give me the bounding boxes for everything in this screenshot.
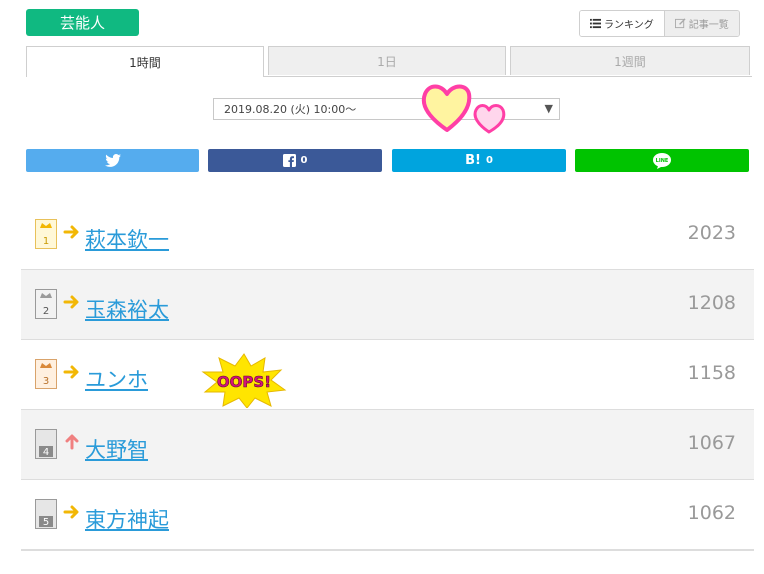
tab-1-week[interactable]: 1週間 <box>510 46 750 75</box>
ranking-name-link[interactable]: ユンホ <box>85 364 148 394</box>
facebook-share-button[interactable]: 0 <box>208 149 382 172</box>
tab-1-day[interactable]: 1日 <box>268 46 506 75</box>
articles-view-label: 記事一覧 <box>688 20 729 31</box>
line-icon: LINE <box>653 152 671 169</box>
trend-right-arrow-icon <box>63 365 79 379</box>
svg-text:LINE: LINE <box>656 158 669 164</box>
svg-text:1: 1 <box>43 236 49 247</box>
ranking-item: 2 玉森裕太 1208 <box>21 270 754 340</box>
facebook-icon <box>282 154 296 167</box>
oops-sticker-icon: OOPS! <box>201 353 287 408</box>
rank-badge-icon: 4 <box>35 429 57 459</box>
svg-text:4: 4 <box>43 447 49 458</box>
ranking-item: 1 萩本欽一 2023 <box>21 200 754 270</box>
twitter-share-button[interactable] <box>26 149 199 172</box>
trend-right-arrow-icon <box>63 505 79 519</box>
ranking-count: 1062 <box>687 502 736 524</box>
ranking-view-button[interactable]: ランキング <box>580 11 664 36</box>
category-badge[interactable]: 芸能人 <box>26 9 139 36</box>
ranking-name-link[interactable]: 大野智 <box>85 434 148 464</box>
caret-down-icon: ▼ <box>544 102 553 115</box>
date-select-value: 2019.08.20 (火) 10:00〜 <box>224 103 357 116</box>
ranking-item: 5 東方神起 1062 <box>21 480 754 550</box>
svg-text:OOPS!: OOPS! <box>217 373 271 391</box>
list-icon <box>590 18 601 29</box>
trend-right-arrow-icon <box>63 295 79 309</box>
view-switch: ランキング 記事一覧 <box>579 10 740 37</box>
rank-crown-badge-icon: 2 <box>35 289 57 319</box>
trend-up-arrow-icon <box>65 434 79 450</box>
rank-crown-badge-icon: 1 <box>35 219 57 249</box>
rank-badge-icon: 5 <box>35 499 57 529</box>
ranking-name-link[interactable]: 東方神起 <box>85 504 169 534</box>
edit-icon <box>674 18 686 29</box>
hearts-sticker-icon <box>421 84 506 134</box>
tab-1-hour[interactable]: 1時間 <box>26 46 264 77</box>
period-tabs: 1時間 1日 1週間 <box>26 46 752 77</box>
ranking-count: 1067 <box>687 432 736 454</box>
facebook-share-count: 0 <box>300 155 308 166</box>
ranking-count: 1208 <box>687 292 736 314</box>
ranking-view-label: ランキング <box>604 20 654 31</box>
twitter-bird-icon <box>104 154 121 167</box>
rank-crown-badge-icon: 3 <box>35 359 57 389</box>
svg-text:5: 5 <box>43 517 49 528</box>
ranking-item-partial <box>21 550 754 571</box>
svg-text:2: 2 <box>43 306 49 317</box>
trend-right-arrow-icon <box>63 225 79 239</box>
ranking-count: 1158 <box>687 362 736 384</box>
ranking-count: 2023 <box>687 222 736 244</box>
ranking-list: 1 萩本欽一 2023 2 玉森裕太 1208 3 ユンホ OOPS! 1158… <box>21 200 754 571</box>
ranking-item: 4 大野智 1067 <box>21 410 754 480</box>
line-share-button[interactable]: LINE <box>575 149 749 172</box>
ranking-item: 3 ユンホ OOPS! 1158 <box>21 340 754 410</box>
articles-view-button[interactable]: 記事一覧 <box>663 11 739 36</box>
ranking-name-link[interactable]: 萩本欽一 <box>85 224 169 254</box>
hatena-bookmark-icon: B! <box>465 153 481 168</box>
svg-text:3: 3 <box>43 376 49 387</box>
hatena-bookmark-button[interactable]: B! 0 <box>392 149 566 172</box>
ranking-name-link[interactable]: 玉森裕太 <box>85 294 169 324</box>
hatena-bookmark-count: 0 <box>485 155 493 166</box>
